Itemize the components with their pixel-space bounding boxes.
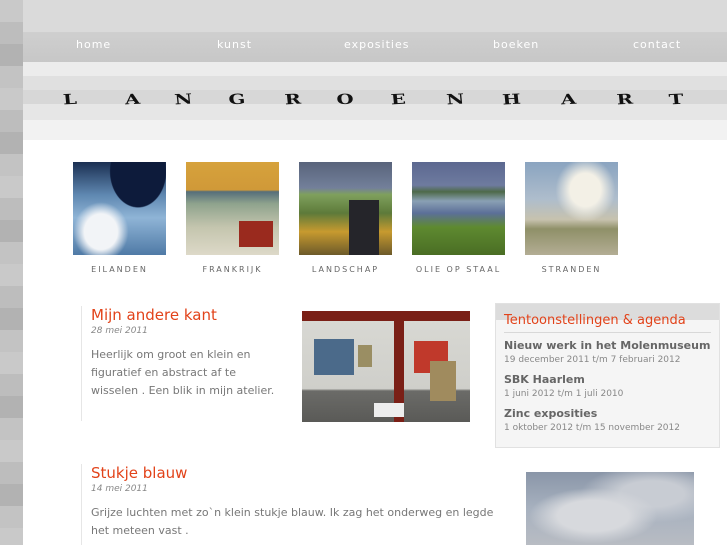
page: home kunst exposities boeken contact L A… <box>23 0 727 545</box>
agenda-item[interactable]: Zinc exposities 1 oktober 2012 t/m 15 no… <box>504 407 714 433</box>
site-logo[interactable]: L A N G R O E N H A R T <box>62 91 705 110</box>
painting-detail <box>239 221 273 247</box>
agenda-sidebar: Tentoonstellingen & agenda Nieuw werk in… <box>495 303 720 448</box>
gallery-item-eilanden[interactable]: EILANDEN <box>73 162 166 274</box>
blog-post: Stukje blauw 14 mei 2011 Grijze luchten … <box>81 464 511 545</box>
post-text: Grijze luchten met zo`n klein stukje bla… <box>91 506 494 537</box>
nav-exposities[interactable]: exposities <box>344 38 409 51</box>
gallery-label: FRANKRIJK <box>202 265 263 274</box>
logo-letter: G <box>227 91 247 109</box>
post-title[interactable]: Stukje blauw <box>91 464 511 482</box>
main-nav: home kunst exposities boeken contact <box>23 38 727 54</box>
gallery-item-frankrijk[interactable]: FRANKRIJK <box>186 162 279 274</box>
logo-letter: H <box>501 91 522 109</box>
painting-thumbnail[interactable] <box>299 162 392 255</box>
agenda-item-title[interactable]: Zinc exposities <box>504 407 714 420</box>
painting-thumbnail[interactable] <box>412 162 505 255</box>
logo-letter: T <box>668 91 685 109</box>
agenda-item-title[interactable]: SBK Haarlem <box>504 373 714 386</box>
post-text: Heerlijk om groot en klein en figuratief… <box>91 348 275 397</box>
post-date: 28 mei 2011 <box>91 326 148 336</box>
logo-letter: N <box>445 91 466 109</box>
nav-kunst[interactable]: kunst <box>217 38 252 51</box>
blog-post: Mijn andere kant 28 mei 2011 Heerlijk om… <box>81 306 281 421</box>
post-title[interactable]: Mijn andere kant <box>91 306 281 324</box>
agenda-item-date: 1 oktober 2012 t/m 15 november 2012 <box>504 423 680 433</box>
atelier-painting <box>358 345 372 367</box>
painting-detail <box>349 200 379 255</box>
logo-letter: R <box>283 91 302 109</box>
logo-letter: E <box>390 91 407 109</box>
nav-boeken[interactable]: boeken <box>493 38 539 51</box>
painting-thumbnail[interactable] <box>186 162 279 255</box>
gallery-item-stranden[interactable]: STRANDEN <box>525 162 618 274</box>
atelier-stool <box>374 403 404 417</box>
logo-letter: L <box>62 91 78 109</box>
post-image-atelier[interactable] <box>302 311 470 422</box>
atelier-painting <box>430 361 456 401</box>
agenda-item-date: 19 december 2011 t/m 7 februari 2012 <box>504 355 681 365</box>
sidebar-title: Tentoonstellingen & agenda <box>504 313 686 328</box>
logo-letter: O <box>335 91 355 109</box>
logo-letter: R <box>615 91 634 109</box>
nav-home[interactable]: home <box>76 38 111 51</box>
logo-letter: A <box>560 91 577 109</box>
left-background-stripes <box>0 0 23 545</box>
atelier-painting <box>314 339 354 375</box>
nav-contact[interactable]: contact <box>633 38 681 51</box>
header: home kunst exposities boeken contact L A… <box>23 0 727 140</box>
logo-letter: N <box>173 91 194 109</box>
gallery-item-olie-op-staal[interactable]: OLIE OP STAAL <box>412 162 505 274</box>
gallery-thumbnails: EILANDEN FRANKRIJK LANDSCHAP OLIE OP STA… <box>73 162 673 282</box>
divider <box>504 332 711 333</box>
agenda-item[interactable]: SBK Haarlem 1 juni 2012 t/m 1 juli 2010 <box>504 373 714 399</box>
post-image-sky[interactable] <box>526 472 694 545</box>
atelier-beam-top <box>302 311 470 321</box>
logo-letter: A <box>124 91 141 109</box>
agenda-item[interactable]: Nieuw werk in het Molenmuseum 19 decembe… <box>504 339 714 365</box>
gallery-item-landschap[interactable]: LANDSCHAP <box>299 162 392 274</box>
agenda-item-title[interactable]: Nieuw werk in het Molenmuseum <box>504 339 714 352</box>
painting-thumbnail[interactable] <box>73 162 166 255</box>
gallery-label: STRANDEN <box>541 265 602 274</box>
painting-thumbnail[interactable] <box>525 162 618 255</box>
gallery-label: OLIE OP STAAL <box>415 265 502 274</box>
gallery-label: EILANDEN <box>91 265 148 274</box>
post-date: 14 mei 2011 <box>91 484 148 494</box>
agenda-item-date: 1 juni 2012 t/m 1 juli 2010 <box>504 389 624 399</box>
gallery-label: LANDSCHAP <box>311 265 380 274</box>
